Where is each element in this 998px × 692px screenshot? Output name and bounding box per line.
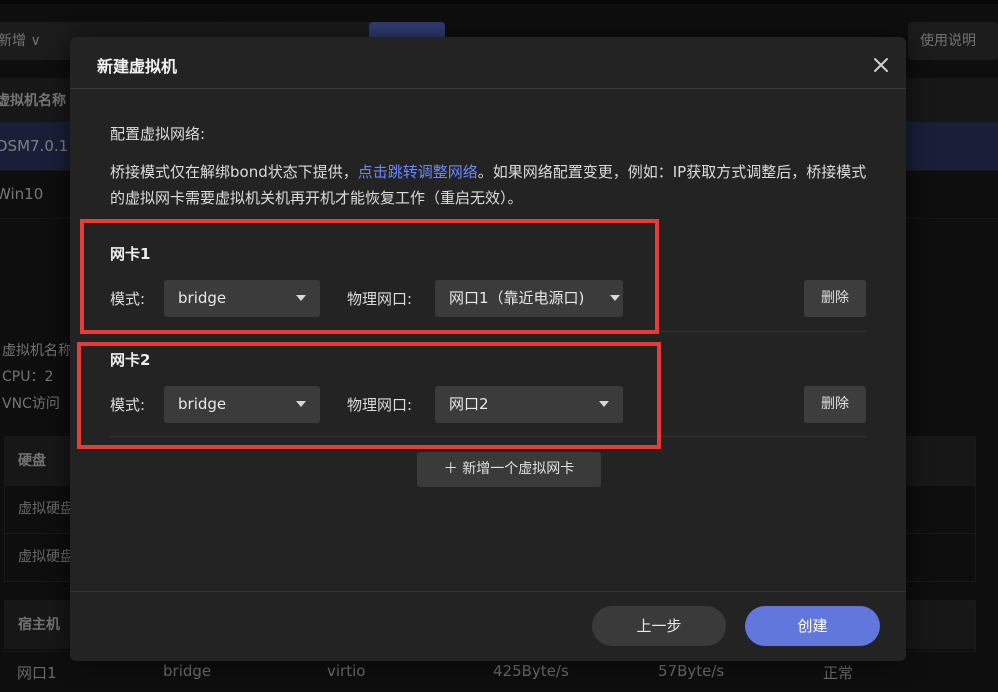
- create-button[interactable]: 创建: [745, 606, 880, 646]
- footer-divider: [70, 591, 906, 592]
- notice-text: 桥接模式仅在解绑bond状态下提供，: [110, 163, 358, 181]
- new-vm-dialog: 新建虚拟机 配置虚拟网络: 桥接模式仅在解绑bond状态下提供，点击跳转调整网络…: [70, 37, 906, 661]
- previous-step-button[interactable]: 上一步: [592, 606, 726, 646]
- section-title: 配置虚拟网络:: [110, 125, 206, 143]
- highlight-box: [77, 342, 661, 449]
- delete-nic-button[interactable]: 删除: [804, 386, 866, 423]
- close-icon[interactable]: [872, 56, 890, 74]
- highlight-box: [80, 219, 659, 334]
- add-nic-button[interactable]: ＋ 新增一个虚拟网卡: [417, 452, 601, 487]
- network-notice: 桥接模式仅在解绑bond状态下提供，点击跳转调整网络。如果网络配置变更，例如：I…: [110, 159, 870, 211]
- dialog-title: 新建虚拟机: [97, 57, 178, 76]
- header-divider: [70, 88, 906, 89]
- adjust-network-link[interactable]: 点击跳转调整网络: [358, 163, 478, 181]
- delete-nic-button[interactable]: 删除: [804, 280, 866, 317]
